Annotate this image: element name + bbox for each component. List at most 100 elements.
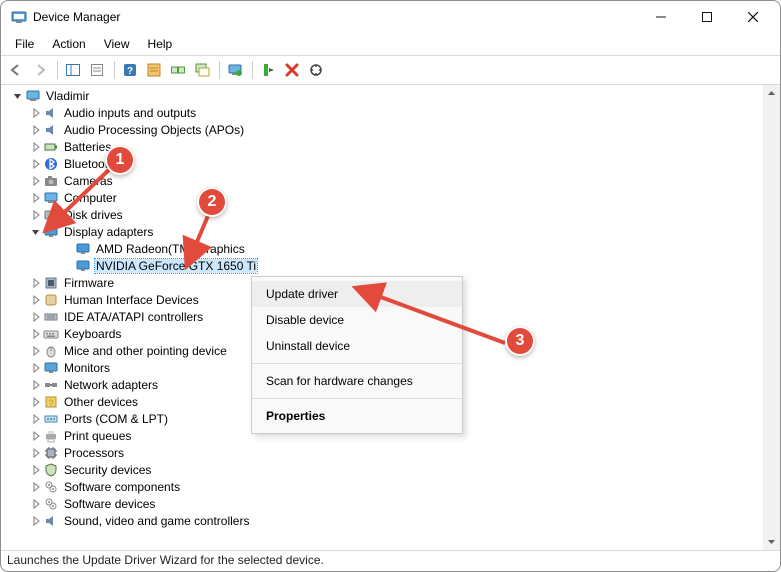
network-icon — [43, 377, 59, 393]
properties-button[interactable] — [86, 59, 108, 81]
software-icon — [43, 496, 59, 512]
toolbar: ? — [1, 56, 780, 85]
svg-text:?: ? — [127, 66, 133, 77]
chevron-right-icon[interactable] — [29, 174, 43, 188]
tree-node-dev-7-1[interactable]: NVIDIA GeForce GTX 1650 Ti — [5, 257, 762, 274]
toolbar-button-7[interactable] — [191, 59, 213, 81]
chevron-right-icon[interactable] — [29, 446, 43, 460]
tree-node-cat-22[interactable]: Sound, video and game controllers — [5, 512, 762, 529]
chevron-right-icon[interactable] — [29, 395, 43, 409]
menu-help[interactable]: Help — [140, 35, 181, 53]
enable-device-button[interactable] — [257, 59, 279, 81]
tree-node-label: Other devices — [63, 395, 139, 409]
chevron-right-icon[interactable] — [29, 208, 43, 222]
audio-icon — [43, 122, 59, 138]
chevron-right-icon[interactable] — [29, 361, 43, 375]
scan-hardware-button[interactable] — [305, 59, 327, 81]
menu-view[interactable]: View — [96, 35, 138, 53]
toolbar-button-6[interactable] — [167, 59, 189, 81]
tree-node-cat-19[interactable]: Security devices — [5, 461, 762, 478]
tree-node-dev-7-0[interactable]: AMD Radeon(TM) Graphics — [5, 240, 762, 257]
context-menu-item[interactable]: Disable device — [252, 307, 462, 333]
show-hide-tree-button[interactable] — [62, 59, 84, 81]
chevron-right-icon[interactable] — [29, 123, 43, 137]
uninstall-device-button[interactable] — [281, 59, 303, 81]
context-menu-item[interactable]: Uninstall device — [252, 333, 462, 359]
tree-node-label: Software components — [63, 480, 181, 494]
status-text: Launches the Update Driver Wizard for th… — [7, 553, 324, 567]
vertical-scrollbar[interactable] — [763, 85, 780, 550]
chevron-right-icon[interactable] — [29, 412, 43, 426]
forward-button[interactable] — [29, 59, 51, 81]
chevron-right-icon[interactable] — [29, 157, 43, 171]
scroll-up-button[interactable] — [763, 85, 780, 102]
chevron-right-icon[interactable] — [29, 327, 43, 341]
chevron-right-icon[interactable] — [29, 429, 43, 443]
tree-node-label: Processors — [63, 446, 125, 460]
menu-action[interactable]: Action — [44, 35, 93, 53]
ide-icon — [43, 309, 59, 325]
tree-node-cat-1[interactable]: Audio Processing Objects (APOs) — [5, 121, 762, 138]
context-menu-item[interactable]: Scan for hardware changes — [252, 368, 462, 394]
tree-node-cat-2[interactable]: Batteries — [5, 138, 762, 155]
tree-node-cat-18[interactable]: Processors — [5, 444, 762, 461]
chevron-right-icon[interactable] — [29, 378, 43, 392]
tree-node-label: Audio Processing Objects (APOs) — [63, 123, 245, 137]
maximize-button[interactable] — [684, 2, 730, 32]
tree-node-cat-20[interactable]: Software components — [5, 478, 762, 495]
context-menu-item[interactable]: Properties — [252, 403, 462, 429]
tree-node-root[interactable]: Vladimir — [5, 87, 762, 104]
titlebar[interactable]: Device Manager — [1, 1, 780, 33]
battery-icon — [43, 139, 59, 155]
minimize-button[interactable] — [638, 2, 684, 32]
window-controls — [638, 2, 776, 32]
chevron-right-icon[interactable] — [29, 293, 43, 307]
tree-node-label: NVIDIA GeForce GTX 1650 Ti — [95, 259, 257, 273]
update-driver-button[interactable] — [224, 59, 246, 81]
tree-node-label: AMD Radeon(TM) Graphics — [95, 242, 246, 256]
audio-icon — [43, 513, 59, 529]
chevron-right-icon[interactable] — [29, 463, 43, 477]
hid-icon — [43, 292, 59, 308]
tree-node-label: Vladimir — [45, 89, 90, 103]
camera-icon — [43, 173, 59, 189]
toolbar-button-5[interactable] — [143, 59, 165, 81]
chevron-right-icon[interactable] — [29, 497, 43, 511]
tree-node-cat-5[interactable]: Computer — [5, 189, 762, 206]
other-icon: ? — [43, 394, 59, 410]
chevron-right-icon[interactable] — [29, 106, 43, 120]
back-button[interactable] — [5, 59, 27, 81]
chevron-right-icon[interactable] — [29, 344, 43, 358]
cpu-icon — [43, 445, 59, 461]
close-button[interactable] — [730, 2, 776, 32]
tree-node-cat-3[interactable]: Bluetooth — [5, 155, 762, 172]
toolbar-separator — [57, 61, 58, 79]
tree-node-cat-7[interactable]: Display adapters — [5, 223, 762, 240]
menu-file[interactable]: File — [7, 35, 42, 53]
tree-node-cat-21[interactable]: Software devices — [5, 495, 762, 512]
context-menu[interactable]: Update driverDisable deviceUninstall dev… — [251, 276, 463, 434]
chevron-right-icon[interactable] — [29, 140, 43, 154]
chevron-down-icon[interactable] — [11, 89, 25, 103]
chevron-right-icon[interactable] — [29, 191, 43, 205]
chevron-right-icon[interactable] — [29, 480, 43, 494]
context-menu-divider — [252, 363, 462, 364]
twisty-none — [61, 242, 75, 256]
content-area: Vladimir Audio inputs and outputs Audio Pr… — [1, 85, 780, 550]
tree-node-cat-0[interactable]: Audio inputs and outputs — [5, 104, 762, 121]
tree-node-label: Audio inputs and outputs — [63, 106, 197, 120]
chevron-right-icon[interactable] — [29, 276, 43, 290]
chevron-right-icon[interactable] — [29, 310, 43, 324]
scroll-down-button[interactable] — [763, 533, 780, 550]
port-icon — [43, 411, 59, 427]
tree-node-cat-6[interactable]: Disk drives — [5, 206, 762, 223]
security-icon — [43, 462, 59, 478]
tree-node-label: Software devices — [63, 497, 156, 511]
chevron-down-icon[interactable] — [29, 225, 43, 239]
tree-node-cat-4[interactable]: Cameras — [5, 172, 762, 189]
chevron-right-icon[interactable] — [29, 514, 43, 528]
context-menu-item[interactable]: Update driver — [252, 281, 462, 307]
tree-node-label: Human Interface Devices — [63, 293, 200, 307]
help-button[interactable]: ? — [119, 59, 141, 81]
tree-node-label: Mice and other pointing device — [63, 344, 228, 358]
